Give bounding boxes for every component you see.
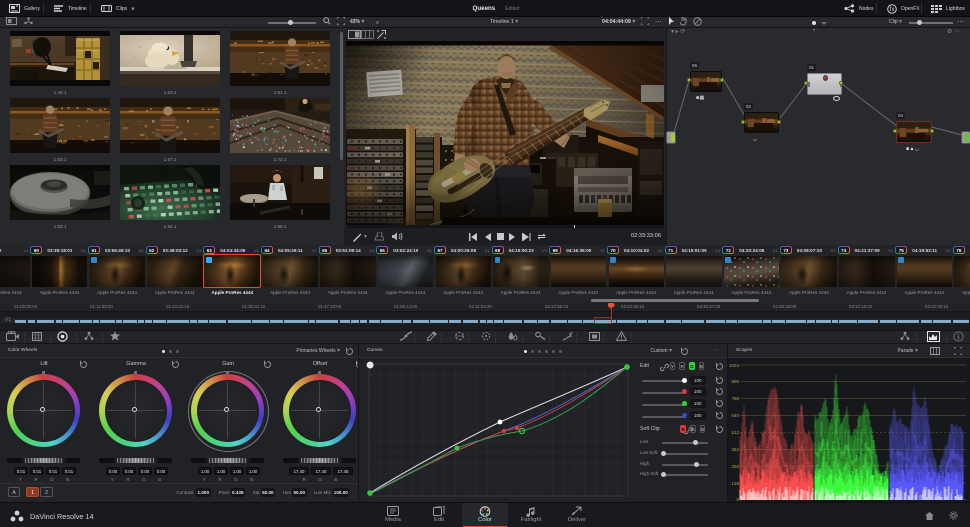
svg-text:fx: fx bbox=[890, 7, 895, 13]
svg-text:512: 512 bbox=[731, 430, 739, 435]
svg-text:128: 128 bbox=[731, 481, 739, 486]
svg-text:1023: 1023 bbox=[729, 363, 740, 368]
svg-text:896: 896 bbox=[731, 379, 739, 384]
svg-text:256: 256 bbox=[731, 464, 739, 469]
svg-text:768: 768 bbox=[731, 396, 739, 401]
svg-text:640: 640 bbox=[731, 413, 739, 418]
svg-text:384: 384 bbox=[731, 447, 739, 452]
